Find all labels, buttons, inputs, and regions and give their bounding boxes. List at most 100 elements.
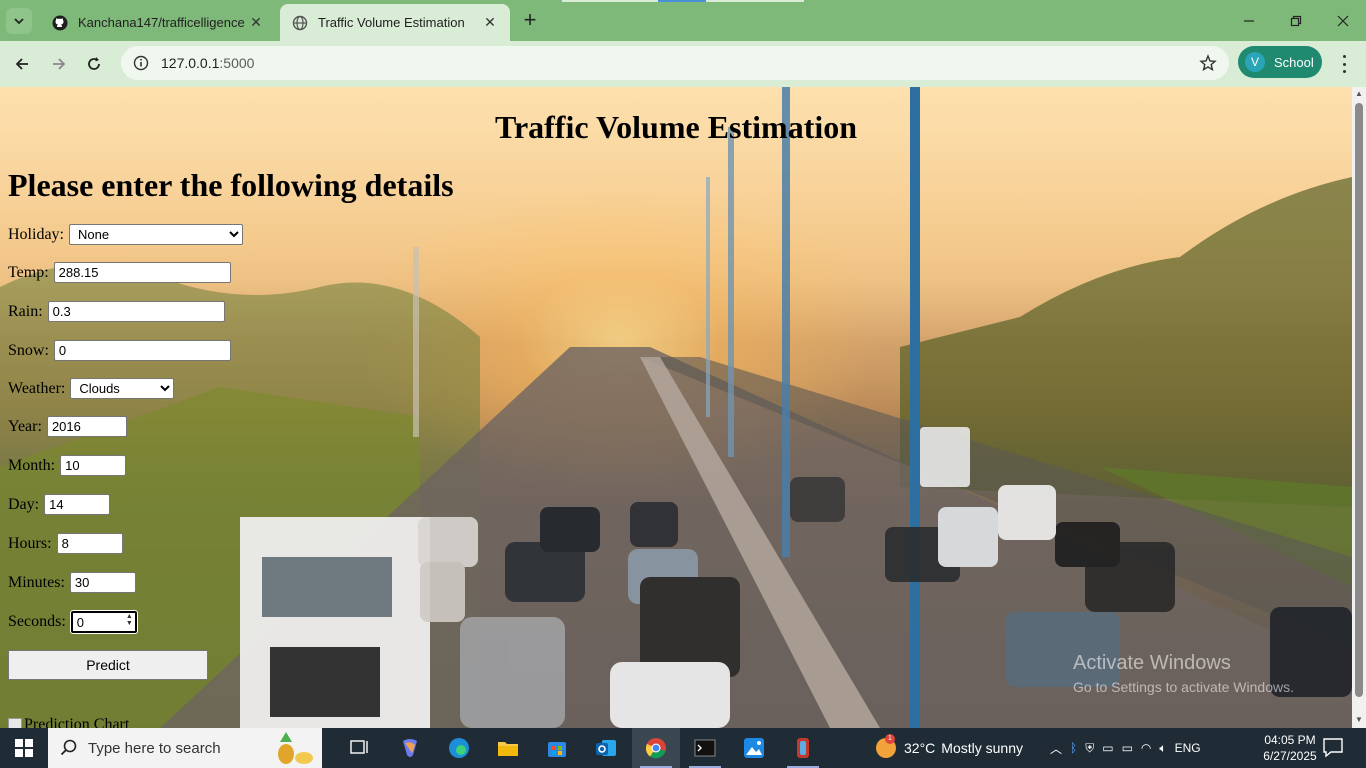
month-input[interactable] — [60, 455, 127, 476]
predict-button[interactable]: Predict — [8, 650, 208, 680]
weather-temp: 32°C — [904, 740, 936, 756]
photos-button[interactable] — [730, 728, 778, 768]
page-title: Traffic Volume Estimation — [494, 109, 858, 145]
terminal-button[interactable] — [681, 728, 729, 768]
edge-icon — [449, 738, 469, 758]
minutes-label: Minutes: — [8, 573, 65, 591]
address-bar[interactable]: 127.0.0.1:5000 — [121, 46, 1229, 80]
start-button[interactable] — [0, 728, 48, 768]
outlook-icon — [596, 740, 616, 756]
chevron-down-icon — [14, 18, 24, 25]
bluetooth-icon[interactable]: ᛒ — [1070, 741, 1077, 755]
year-input[interactable] — [46, 416, 127, 437]
weather-sun-icon: 1 — [876, 734, 896, 758]
temp-label: Temp: — [8, 263, 49, 281]
minutes-input[interactable] — [69, 572, 136, 593]
seconds-label: Seconds: — [8, 613, 66, 630]
chrome-icon — [645, 738, 666, 759]
back-button[interactable] — [8, 50, 36, 78]
snow-label: Snow: — [8, 341, 49, 359]
scroll-down-icon[interactable]: ▼ — [1355, 715, 1363, 724]
restore-icon — [1290, 15, 1301, 26]
volume-icon[interactable]: 🔈︎ — [1159, 741, 1166, 756]
weather-text: Mostly sunny — [941, 740, 1023, 756]
weather-label: Weather: — [8, 379, 66, 397]
temp-input[interactable] — [53, 262, 231, 283]
browser-toolbar: 127.0.0.1:5000 V School — [0, 41, 1366, 87]
number-spinner-icon[interactable]: ▲ ▼ — [126, 613, 133, 627]
windows-logo-icon — [15, 739, 33, 757]
close-window-button[interactable] — [1319, 0, 1366, 41]
profile-button[interactable]: V School — [1238, 46, 1322, 78]
new-tab-button[interactable]: + — [518, 9, 542, 31]
reload-icon — [88, 57, 100, 70]
holiday-label: Holiday: — [8, 225, 64, 243]
snow-input[interactable] — [53, 340, 231, 361]
app-icon — [797, 738, 809, 758]
vertical-scrollbar[interactable]: ▲ ▼ — [1352, 87, 1366, 728]
forward-button[interactable] — [45, 50, 73, 78]
site-info-icon[interactable] — [133, 55, 149, 71]
terminal-icon — [694, 739, 716, 757]
hours-input[interactable] — [56, 533, 123, 554]
weather-badge: 1 — [885, 734, 895, 744]
minutes-row: Minutes: — [8, 572, 136, 593]
shield-icon[interactable]: ⛨ — [1085, 741, 1094, 756]
url-port: :5000 — [219, 55, 255, 71]
close-tab-icon[interactable]: ✕ — [248, 14, 264, 31]
battery-icon[interactable]: ▭ — [1122, 741, 1133, 755]
search-placeholder: Type here to search — [88, 739, 221, 757]
pineapple-search-highlight-icon — [278, 732, 313, 764]
activate-windows-watermark: Activate Windows Go to Settings to activ… — [1073, 652, 1294, 695]
meet-icon[interactable]: ▭ — [1102, 741, 1113, 755]
bookmark-star-icon[interactable] — [1199, 54, 1217, 72]
tab-github[interactable]: Kanchana147/trafficelligence ✕ — [40, 4, 276, 41]
scroll-up-icon[interactable]: ▲ — [1355, 89, 1363, 98]
day-input[interactable] — [44, 494, 111, 515]
wifi-icon[interactable]: ◠ — [1141, 741, 1151, 755]
outlook-button[interactable] — [582, 728, 630, 768]
browser-menu-icon[interactable] — [1334, 53, 1354, 75]
weather-widget[interactable]: 1 32°C Mostly sunny — [876, 728, 1023, 768]
notifications-button[interactable] — [1322, 736, 1344, 763]
show-hidden-icons-icon[interactable]: ︿ — [1050, 740, 1062, 757]
restore-button[interactable] — [1272, 0, 1319, 41]
task-view-button[interactable] — [336, 728, 384, 768]
hours-label: Hours: — [8, 534, 52, 552]
tab-title: Traffic Volume Estimation — [318, 15, 465, 30]
notification-icon — [1323, 738, 1343, 758]
edge-button[interactable] — [435, 728, 483, 768]
reload-button[interactable] — [80, 50, 108, 78]
close-tab-icon[interactable]: ✕ — [482, 14, 498, 31]
watermark-line2: Go to Settings to activate Windows. — [1073, 679, 1294, 695]
taskbar-search-box[interactable]: Type here to search — [48, 728, 322, 768]
broken-image-icon — [8, 718, 22, 728]
language-indicator[interactable]: ENG — [1175, 741, 1201, 755]
file-explorer-button[interactable] — [484, 728, 532, 768]
chrome-button[interactable] — [632, 728, 680, 768]
weather-select[interactable]: Clouds — [70, 378, 175, 399]
minimize-button[interactable] — [1225, 0, 1272, 41]
copilot-button[interactable] — [386, 728, 434, 768]
holiday-select[interactable]: None — [69, 224, 243, 245]
seconds-row: Seconds: ▲▼ — [8, 610, 138, 634]
seconds-wrapper: ▲▼ — [69, 610, 138, 634]
day-row: Day: — [8, 494, 111, 515]
clock[interactable]: 04:05 PM 6/27/2025 — [1260, 732, 1320, 764]
system-tray: ︿ ᛒ ⛨ ▭ ▭ ◠ 🔈︎ ENG — [1046, 728, 1205, 768]
python-app-button[interactable] — [779, 728, 827, 768]
store-button[interactable] — [533, 728, 581, 768]
month-label: Month: — [8, 456, 56, 474]
url-host: 127.0.0.1 — [161, 55, 220, 71]
rain-input[interactable] — [47, 301, 225, 322]
scrollbar-thumb[interactable] — [1355, 103, 1363, 697]
tab-search-button[interactable] — [6, 8, 32, 34]
globe-icon — [292, 15, 308, 30]
tab-strip: Kanchana147/trafficelligence ✕ Traffic V… — [0, 0, 1366, 41]
minimize-icon — [1243, 19, 1254, 22]
tab-traffic-volume[interactable]: Traffic Volume Estimation ✕ — [280, 4, 510, 41]
profile-name: School — [1274, 54, 1314, 70]
arrow-left-icon — [15, 58, 28, 70]
hours-row: Hours: — [8, 533, 123, 554]
folder-icon — [498, 742, 518, 756]
